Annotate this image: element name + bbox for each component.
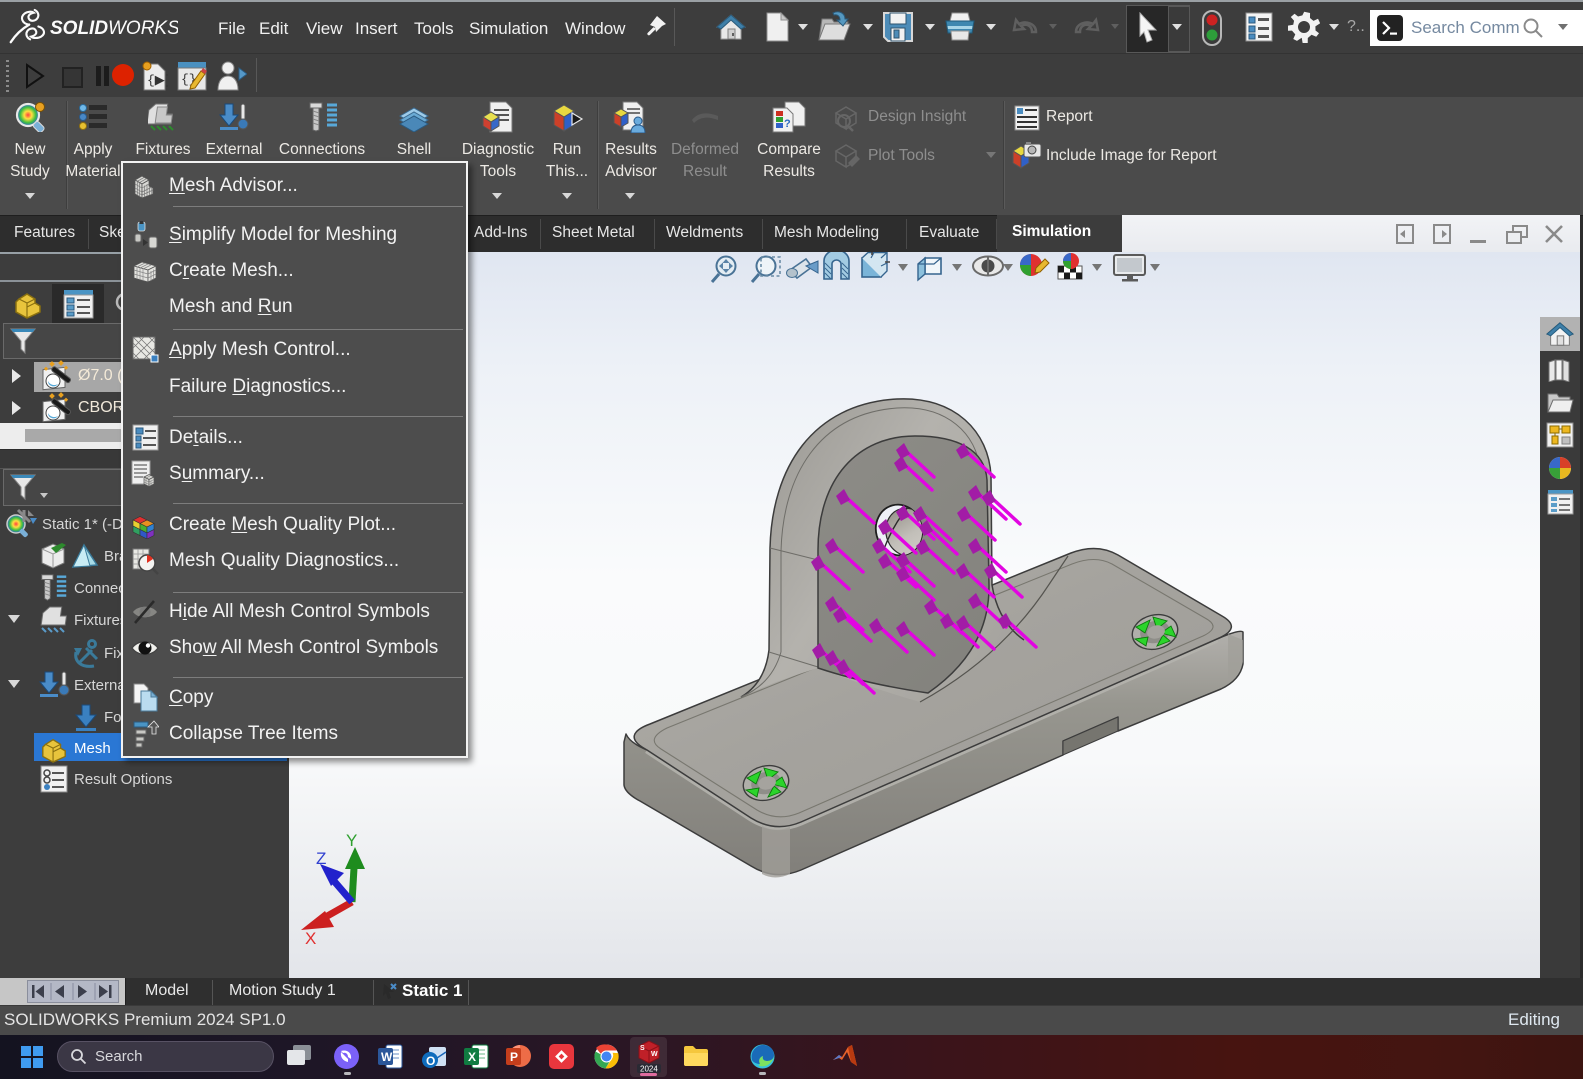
svg-text:?: ? bbox=[784, 118, 791, 130]
svg-text:S: S bbox=[640, 1045, 645, 1052]
svg-text:W: W bbox=[651, 1051, 658, 1058]
svg-text:WORKS: WORKS bbox=[108, 18, 178, 39]
svg-text:Y: Y bbox=[346, 831, 357, 850]
svg-text:Z: Z bbox=[316, 849, 326, 868]
svg-text:P: P bbox=[510, 1050, 518, 1064]
svg-text:{▶}: {▶} bbox=[147, 73, 168, 88]
svg-text:W: W bbox=[381, 1050, 393, 1064]
svg-text:O: O bbox=[426, 1054, 435, 1068]
svg-text:X: X bbox=[468, 1050, 476, 1064]
svg-text:SOLID: SOLID bbox=[50, 18, 108, 39]
svg-text:X: X bbox=[305, 929, 316, 948]
svg-text:2024: 2024 bbox=[640, 1065, 658, 1074]
